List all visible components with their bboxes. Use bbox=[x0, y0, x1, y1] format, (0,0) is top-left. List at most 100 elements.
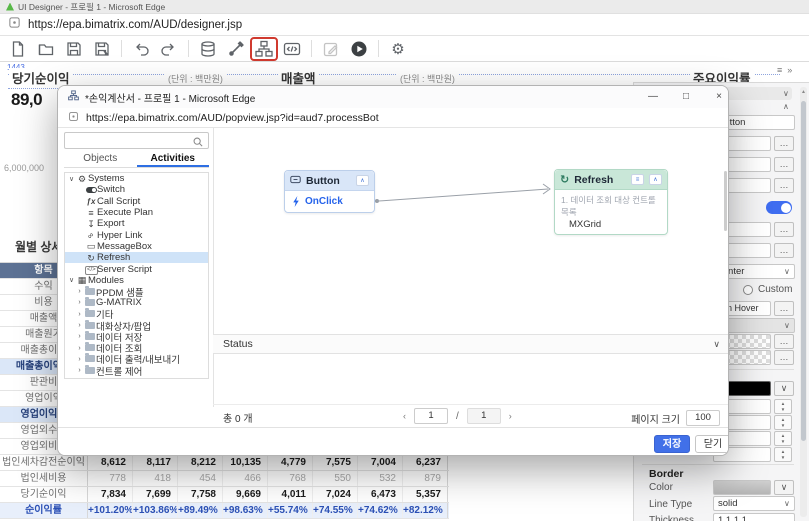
caret-right-icon[interactable]: › bbox=[75, 322, 84, 329]
edit-button[interactable] bbox=[318, 38, 344, 60]
save-button[interactable] bbox=[61, 38, 87, 60]
border-color-swatch[interactable] bbox=[713, 480, 771, 495]
tree-item-label: Call Script bbox=[97, 195, 141, 207]
scrollbar-thumb[interactable] bbox=[801, 101, 806, 441]
ellipsis-button[interactable]: … bbox=[774, 350, 794, 365]
flow-node-refresh[interactable]: ↻ Refresh ≡ ∧ 1. 데이터 조회 대상 컨트롤 목록 MXGrid bbox=[554, 169, 668, 235]
custom-radio[interactable] bbox=[743, 285, 753, 295]
dropdown-button[interactable]: ∨ bbox=[774, 381, 794, 396]
caret-right-icon[interactable]: › bbox=[75, 288, 84, 295]
settings-button[interactable]: ⚙ bbox=[385, 38, 411, 60]
collapse-node-button[interactable]: ∧ bbox=[649, 174, 662, 185]
ellipsis-button[interactable]: … bbox=[774, 301, 794, 316]
onclick-event-row[interactable]: OnClick bbox=[285, 191, 374, 212]
caret-right-icon[interactable]: › bbox=[75, 333, 84, 340]
build-button[interactable] bbox=[223, 38, 249, 60]
process-flow-button[interactable] bbox=[250, 36, 278, 61]
ellipsis-button[interactable]: … bbox=[774, 157, 794, 172]
caret-right-icon[interactable]: › bbox=[75, 299, 84, 306]
refresh-param-label: 1. 데이터 조회 대상 컨트롤 목록 bbox=[561, 195, 656, 217]
code-button[interactable] bbox=[279, 38, 305, 60]
cell-value: 5,357 bbox=[403, 487, 448, 502]
caret-right-icon[interactable]: › bbox=[75, 345, 84, 352]
refresh-node-header[interactable]: ↻ Refresh ≡ ∧ bbox=[555, 170, 667, 190]
tree-item-label: Execute Plan bbox=[97, 207, 153, 219]
chevron-down-icon: ∨ bbox=[784, 267, 790, 276]
flow-node-button[interactable]: Button ∧ OnClick bbox=[284, 170, 375, 213]
app: UI Designer - 프로필 1 - Microsoft Edge htt… bbox=[0, 0, 809, 521]
ellipsis-button[interactable]: … bbox=[774, 334, 794, 349]
code-icon: </> bbox=[85, 266, 98, 276]
tree-item[interactable]: › 컨트롤 제어 bbox=[65, 364, 208, 378]
save-as-button[interactable] bbox=[89, 38, 115, 60]
tab-objects[interactable]: Objects bbox=[64, 152, 137, 167]
folder-icon bbox=[84, 308, 96, 319]
stepper[interactable]: ▲ ▼ bbox=[774, 399, 792, 414]
new-file-button[interactable] bbox=[5, 38, 31, 60]
search-input[interactable] bbox=[64, 132, 209, 149]
tree-item[interactable]: ↧ Export bbox=[65, 218, 208, 229]
thickness-input[interactable]: 1 1 1 1 bbox=[713, 513, 795, 521]
page-input[interactable]: 1 bbox=[414, 408, 448, 424]
run-button[interactable] bbox=[346, 38, 372, 60]
dialog-titlebar[interactable]: *손익계산서 - 프로필 1 - Microsoft Edge bbox=[58, 86, 728, 108]
page-icon bbox=[68, 109, 79, 127]
minimize-button[interactable]: — bbox=[638, 86, 668, 108]
stepper[interactable]: ▲ ▼ bbox=[774, 415, 792, 430]
ellipsis-button[interactable]: … bbox=[774, 243, 794, 258]
tree-scrollbar-thumb[interactable] bbox=[724, 171, 727, 231]
panel-collapse-strip[interactable]: ≡» bbox=[777, 63, 807, 77]
redo-button[interactable] bbox=[156, 38, 182, 60]
collapse-node-button[interactable]: ∧ bbox=[356, 175, 369, 186]
tree-item[interactable]: › PPDM 샘플 bbox=[65, 285, 208, 299]
list-node-button[interactable]: ≡ bbox=[631, 174, 644, 185]
prev-page-icon[interactable]: ‹ bbox=[403, 411, 406, 421]
tree-item[interactable]: ▭ MessageBox bbox=[65, 241, 208, 252]
maximize-button[interactable]: □ bbox=[671, 86, 701, 108]
tree-item[interactable]: </> Server Script bbox=[65, 263, 208, 276]
tree-item[interactable]: ↻ Refresh bbox=[65, 252, 208, 264]
caret-right-icon[interactable]: › bbox=[75, 367, 84, 374]
cell-value: 454 bbox=[178, 471, 223, 486]
tree-item[interactable]: ∞ Hyper Link bbox=[65, 229, 208, 241]
selection-line bbox=[8, 74, 780, 75]
undo-button[interactable] bbox=[128, 38, 154, 60]
scroll-up-icon: ▲ bbox=[801, 89, 806, 95]
tree-item[interactable]: ƒx Call Script bbox=[65, 196, 208, 207]
total-pages: 1 bbox=[466, 408, 501, 424]
folder-icon bbox=[84, 285, 96, 297]
database-button[interactable] bbox=[195, 38, 221, 60]
ellipsis-button[interactable]: … bbox=[774, 222, 794, 237]
stepper[interactable]: ▲ ▼ bbox=[774, 431, 792, 446]
save-button[interactable]: 저장 bbox=[654, 435, 690, 453]
chevron-up-icon: ∧ bbox=[783, 102, 789, 111]
next-page-icon[interactable]: › bbox=[509, 411, 512, 421]
caret-right-icon[interactable]: › bbox=[75, 356, 84, 363]
status-section-header[interactable]: Status ∨ bbox=[213, 334, 728, 354]
tree-item-label: Hyper Link bbox=[97, 229, 143, 241]
caret-down-icon[interactable]: ∨ bbox=[67, 175, 76, 183]
caret-down-icon[interactable]: ∨ bbox=[67, 276, 76, 284]
tree-item[interactable]: Switch bbox=[65, 184, 208, 195]
toggle-switch[interactable] bbox=[766, 201, 792, 214]
dialog-urlbar[interactable]: https://epa.bimatrix.com/AUD/popview.jsp… bbox=[58, 108, 728, 128]
tree-item[interactable]: ≡ Execute Plan bbox=[65, 207, 208, 218]
open-button[interactable] bbox=[33, 38, 59, 60]
close-button[interactable]: × bbox=[704, 86, 728, 108]
line-type-select[interactable]: solid bbox=[713, 496, 795, 511]
page-separator: / bbox=[456, 410, 459, 422]
panel-scrollbar[interactable]: ▲ bbox=[800, 87, 807, 517]
ellipsis-button[interactable]: … bbox=[774, 178, 794, 193]
button-node-header[interactable]: Button ∧ bbox=[285, 171, 374, 191]
cell-value: 7,834 bbox=[88, 487, 133, 502]
tree-item[interactable]: ∨ ⚙ Systems bbox=[65, 173, 208, 184]
caret-right-icon[interactable]: › bbox=[75, 311, 84, 318]
ellipsis-button[interactable]: … bbox=[774, 136, 794, 151]
tree-item[interactable]: › G-MATRIX bbox=[65, 296, 208, 308]
page-size-input[interactable]: 100 bbox=[686, 410, 720, 426]
tab-activities[interactable]: Activities bbox=[136, 152, 209, 167]
dropdown-button[interactable]: ∨ bbox=[774, 480, 794, 495]
stepper[interactable]: ▲ ▼ bbox=[774, 447, 792, 462]
close-dialog-button[interactable]: 닫기 bbox=[695, 435, 728, 453]
browser-urlbar[interactable]: https://epa.bimatrix.com/AUD/designer.js… bbox=[0, 14, 809, 36]
